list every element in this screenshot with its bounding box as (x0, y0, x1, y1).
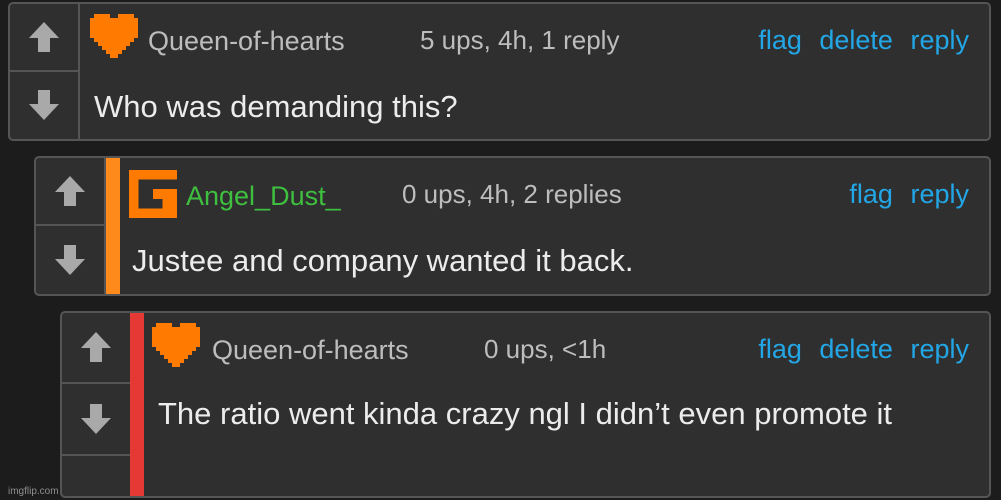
arrow-up-icon (29, 21, 59, 52)
comment-meta: 5 ups, 4h, 1 reply (420, 25, 620, 55)
comment-username[interactable]: Queen-of-hearts (212, 335, 409, 366)
flag-link[interactable]: flag (758, 334, 802, 364)
comment-username[interactable]: Queen-of-hearts (148, 26, 345, 57)
comment-username[interactable]: Angel_Dust_ (186, 181, 341, 212)
arrow-down-icon (55, 245, 85, 275)
orange-g-icon (129, 170, 177, 218)
orange-heart-icon (152, 323, 200, 367)
comment-actions: flag delete reply (748, 334, 969, 365)
downvote-button[interactable] (10, 72, 78, 140)
upvote-button[interactable] (36, 158, 104, 226)
watermark: imgflip.com (8, 486, 59, 497)
comment-text: Who was demanding this? (94, 89, 458, 124)
reply-depth-bar (106, 158, 120, 294)
comment-3: Queen-of-hearts 0 ups, <1h flag delete r… (60, 311, 991, 498)
flag-link[interactable]: flag (758, 25, 802, 55)
vote-column (62, 313, 132, 456)
comment-text: Justee and company wanted it back. (132, 243, 634, 278)
reply-depth-bar (130, 313, 144, 496)
downvote-button[interactable] (62, 384, 130, 455)
delete-link[interactable]: delete (819, 334, 893, 364)
delete-link[interactable]: delete (819, 25, 893, 55)
vote-column (10, 4, 80, 139)
arrow-up-icon (55, 176, 85, 206)
arrow-down-icon (29, 90, 59, 121)
arrow-up-icon (81, 332, 111, 363)
comment-actions: flag reply (839, 179, 969, 210)
reply-link[interactable]: reply (910, 334, 969, 364)
comment-actions: flag delete reply (748, 25, 969, 56)
comment-1: Queen-of-hearts 5 ups, 4h, 1 reply flag … (8, 2, 991, 141)
upvote-button[interactable] (62, 313, 130, 384)
orange-heart-icon (90, 14, 138, 58)
comment-meta: 0 ups, 4h, 2 replies (402, 179, 622, 209)
reply-link[interactable]: reply (910, 25, 969, 55)
comment-meta: 0 ups, <1h (484, 334, 607, 364)
upvote-button[interactable] (10, 4, 78, 72)
comment-text: The ratio went kinda crazy ngl I didn’t … (158, 396, 893, 431)
flag-link[interactable]: flag (849, 179, 893, 209)
comment-2: Angel_Dust_ 0 ups, 4h, 2 replies flag re… (34, 156, 991, 296)
downvote-button[interactable] (36, 226, 104, 294)
arrow-down-icon (81, 403, 111, 434)
reply-link[interactable]: reply (910, 179, 969, 209)
vote-column (36, 158, 106, 294)
